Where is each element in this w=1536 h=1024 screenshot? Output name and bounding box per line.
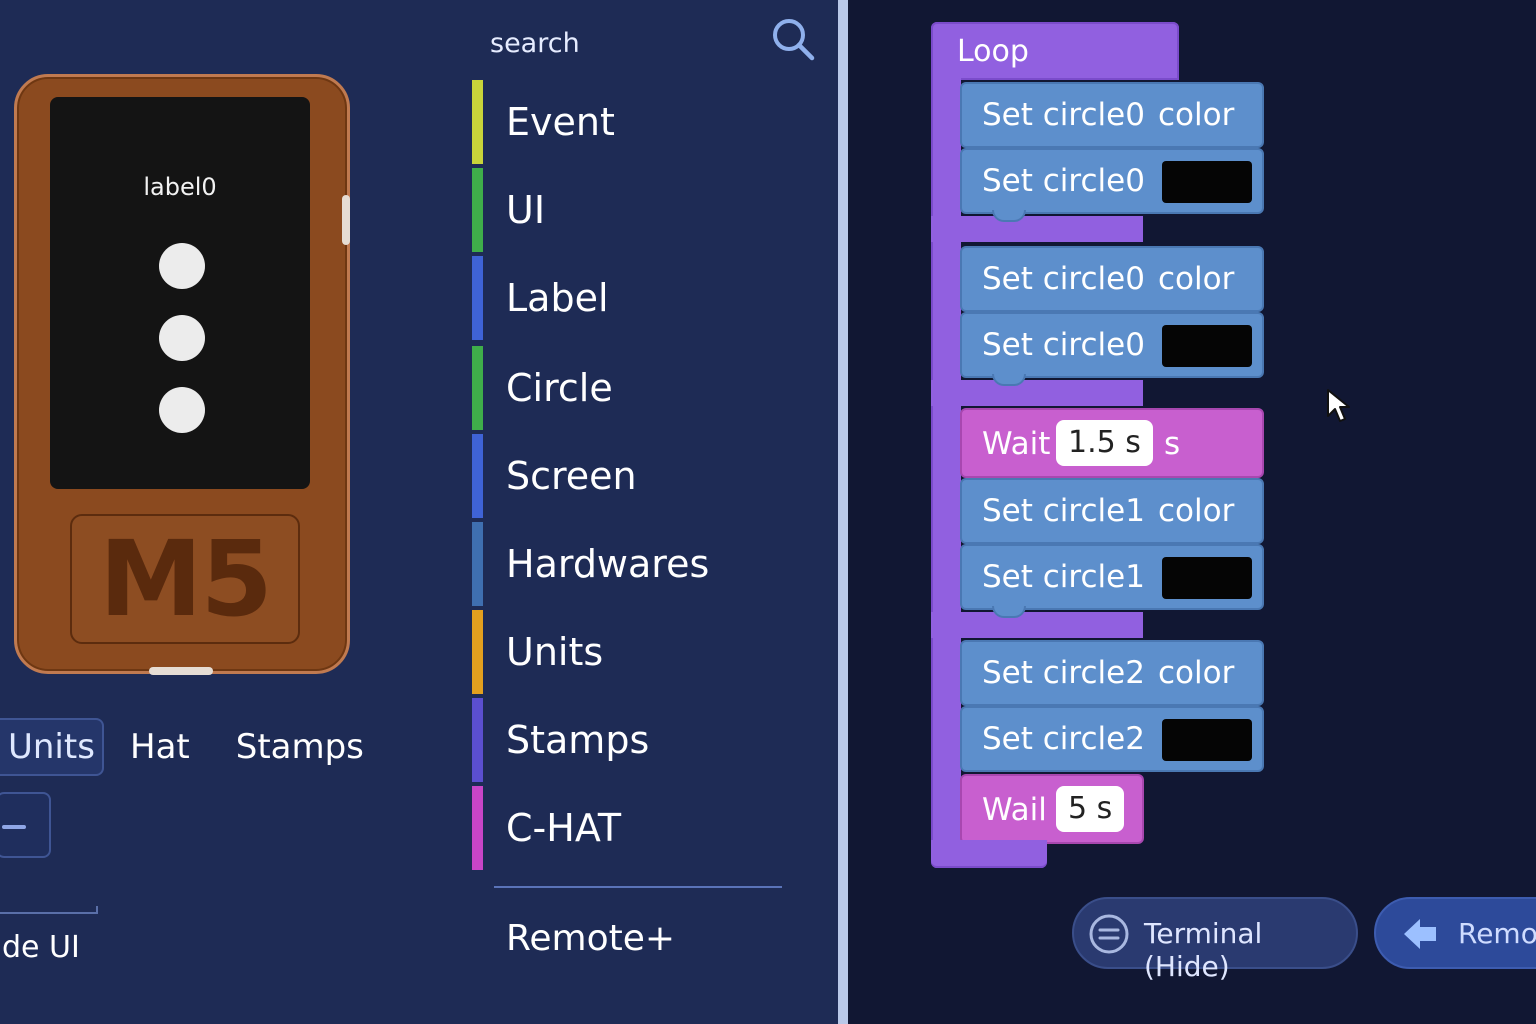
set-circle2-swatch-block[interactable]: Set circle2	[960, 706, 1264, 772]
category-color-bar	[472, 610, 483, 694]
hide-ui-toggle[interactable]: de UI	[2, 930, 80, 965]
category-color-bar	[472, 256, 483, 340]
category-remote-plus[interactable]: Remote+	[506, 918, 675, 959]
block-field-color[interactable]: color	[1158, 97, 1234, 133]
loop-block[interactable]: Loop	[931, 22, 1179, 80]
block-field-color[interactable]: color	[1158, 493, 1234, 529]
loop-gap	[931, 380, 1143, 406]
category-label: Label	[506, 276, 609, 320]
category-color-bar	[472, 698, 483, 782]
category-color-bar	[472, 434, 483, 518]
device-bottom-button	[149, 667, 213, 675]
color-swatch[interactable]	[1162, 325, 1252, 367]
set-circle2-color-block[interactable]: Set circle2 color	[960, 640, 1264, 706]
category-stamps[interactable]: Stamps	[470, 698, 810, 782]
category-label: C-HAT	[506, 806, 622, 850]
wait-block[interactable]: Wait 1.5 s s	[960, 408, 1264, 478]
category-color-bar	[472, 346, 483, 430]
set-circle0-color-block[interactable]: Set circle0 color	[960, 246, 1264, 312]
hardware-tabs: Units Hat Stamps	[0, 718, 372, 776]
category-label: Event	[506, 100, 615, 144]
category-screen[interactable]: Screen	[470, 434, 810, 518]
tab-hat[interactable]: Hat	[122, 727, 198, 767]
category-label: Stamps	[506, 718, 650, 762]
terminal-toggle-button[interactable]: Terminal (Hide)	[1072, 897, 1358, 983]
panel-resize-handle[interactable]	[838, 0, 848, 1024]
code-workspace[interactable]: Loop Set circle0 color Set circle0 Set c…	[848, 0, 1536, 1024]
terminal-icon	[1089, 914, 1129, 954]
category-hardwares[interactable]: Hardwares	[470, 522, 810, 606]
palette-divider	[494, 886, 782, 888]
block-text: Set circle0	[982, 163, 1145, 199]
block-field-color[interactable]: color	[1158, 655, 1234, 691]
category-label: Units	[506, 630, 604, 674]
block-text: Set circle2	[982, 721, 1145, 757]
block-text: Set circle1	[982, 493, 1145, 529]
wait-unit: s	[1164, 426, 1181, 462]
category-color-bar	[472, 168, 483, 252]
category-label: Hardwares	[506, 542, 710, 586]
category-c-hat[interactable]: C-HAT	[470, 786, 810, 870]
block-text: Set circle0	[982, 97, 1145, 133]
device-panel: label0 M5 Units Hat Stamps de UI	[0, 0, 470, 1024]
terminal-button-label: Terminal (Hide)	[1144, 917, 1263, 983]
loop-label: Loop	[957, 34, 1029, 69]
color-swatch[interactable]	[1162, 161, 1252, 203]
loop-gap	[931, 612, 1143, 638]
m5-logo-badge: M5	[70, 514, 300, 644]
wait-block[interactable]: Wail 5 s	[960, 774, 1144, 844]
wait-label: Wail	[982, 792, 1047, 828]
wait-duration-input[interactable]: 5 s	[1056, 786, 1125, 832]
loop-block-spine	[931, 78, 961, 848]
arrow-left-icon	[1404, 919, 1436, 949]
loop-block-foot	[931, 840, 1047, 868]
category-color-bar	[472, 522, 483, 606]
search-icon[interactable]	[770, 16, 816, 62]
set-circle0-swatch-block[interactable]: Set circle0	[960, 148, 1264, 222]
remote-button[interactable]: Remot	[1374, 897, 1536, 969]
search-input[interactable]: search	[490, 28, 580, 59]
block-category-palette: search Event UI Label Circle Screen Hard…	[470, 0, 838, 1024]
category-label: Screen	[506, 454, 637, 498]
tab-units[interactable]: Units	[0, 718, 104, 776]
divider	[0, 912, 98, 914]
category-label: UI	[506, 188, 546, 232]
block-text: Set circle0	[982, 261, 1145, 297]
screen-circle-1[interactable]	[159, 315, 205, 361]
minus-icon	[2, 825, 26, 829]
category-color-bar	[472, 786, 483, 870]
color-swatch[interactable]	[1162, 557, 1252, 599]
remote-button-label: Remot	[1458, 917, 1536, 950]
screen-label0[interactable]: label0	[50, 173, 310, 201]
m5-logo-text: M5	[99, 518, 273, 640]
screen-circle-2[interactable]	[159, 387, 205, 433]
block-field-color[interactable]: color	[1158, 261, 1234, 297]
device-side-button	[342, 195, 350, 245]
block-text: Set circle1	[982, 559, 1145, 595]
loop-gap	[931, 216, 1143, 242]
screen-circle-0[interactable]	[159, 243, 205, 289]
mouse-cursor-icon	[1327, 389, 1350, 422]
set-circle1-color-block[interactable]: Set circle1 color	[960, 478, 1264, 544]
category-event[interactable]: Event	[470, 80, 810, 164]
category-label: Circle	[506, 366, 613, 410]
color-swatch[interactable]	[1162, 719, 1252, 761]
device-screen: label0	[50, 97, 310, 489]
tab-stamps[interactable]: Stamps	[228, 727, 372, 767]
category-ui[interactable]: UI	[470, 168, 810, 252]
category-label-item[interactable]: Label	[470, 256, 810, 340]
category-circle[interactable]: Circle	[470, 346, 810, 430]
m5-device-preview: label0 M5	[14, 74, 350, 675]
wait-label: Wait	[982, 426, 1051, 462]
remove-button[interactable]	[0, 792, 51, 858]
wait-duration-input[interactable]: 1.5 s	[1056, 420, 1153, 466]
block-text: Set circle2	[982, 655, 1145, 691]
category-color-bar	[472, 80, 483, 164]
category-units[interactable]: Units	[470, 610, 810, 694]
set-circle1-swatch-block[interactable]: Set circle1	[960, 544, 1264, 618]
set-circle0-swatch-block[interactable]: Set circle0	[960, 312, 1264, 386]
divider-tick	[96, 906, 98, 914]
set-circle0-color-block[interactable]: Set circle0 color	[960, 82, 1264, 148]
block-text: Set circle0	[982, 327, 1145, 363]
